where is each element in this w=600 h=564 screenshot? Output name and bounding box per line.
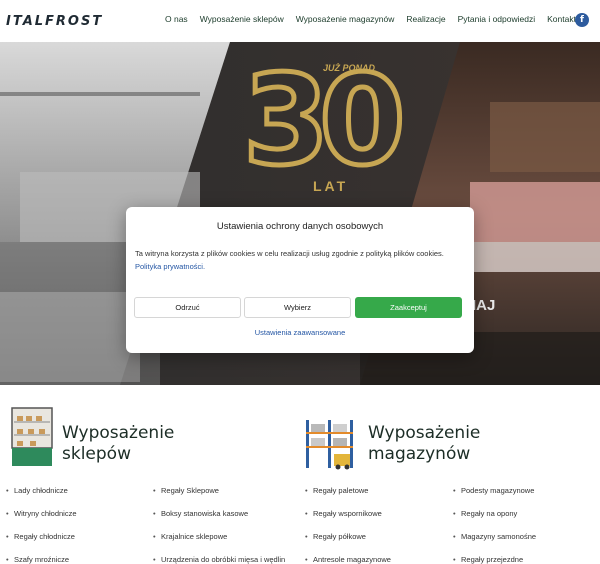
warehouses-title-line1: Wyposażenie	[368, 423, 481, 443]
badge-suffix: LAT	[313, 178, 349, 194]
store-sign: IAJ	[472, 297, 496, 314]
shops-section-title[interactable]: Wyposażenie sklepów	[62, 423, 174, 465]
list-item[interactable]: Boksy stanowiska kasowe	[153, 509, 248, 518]
list-item[interactable]: Regały Sklepowe	[153, 486, 219, 495]
warehouse-rack-icon	[306, 420, 353, 470]
list-item[interactable]: Lady chłodnicze	[6, 486, 68, 495]
anniversary-badge: JUŻ PONAD 30 LAT	[235, 47, 409, 210]
warehouses-title-line2: magazynów	[368, 444, 471, 464]
shops-title-line1: Wyposażenie	[62, 423, 175, 443]
shops-title-line2: sklepów	[62, 444, 131, 464]
display-case-icon	[11, 407, 53, 466]
list-item[interactable]: Magazyny samonośne	[453, 532, 536, 541]
nav-warehouse-equipment[interactable]: Wyposażenie magazynów	[296, 14, 395, 24]
cookie-dialog-text: Ta witryna korzysta z plików cookies w c…	[135, 247, 465, 273]
facebook-icon[interactable]: f	[575, 13, 589, 27]
cookie-text: Ta witryna korzysta z plików cookies w c…	[135, 249, 444, 258]
cookie-dialog-title: Ustawienia ochrony danych osobowych	[216, 221, 384, 232]
accept-button[interactable]: Zaakceptuj	[355, 297, 462, 318]
list-item[interactable]: Regały paletowe	[305, 486, 369, 495]
list-item[interactable]: Podesty magazynowe	[453, 486, 534, 495]
main-nav: O nas Wyposażenie sklepów Wyposażenie ma…	[165, 14, 576, 24]
nav-about[interactable]: O nas	[165, 14, 188, 24]
deny-button[interactable]: Odrzuć	[134, 297, 241, 318]
warehouses-section-title[interactable]: Wyposażenie magazynów	[368, 423, 480, 465]
list-item[interactable]: Regały chłodnicze	[6, 532, 75, 541]
nav-contact[interactable]: Kontakt	[547, 14, 576, 24]
list-item[interactable]: Krajalnice sklepowe	[153, 532, 227, 541]
list-item[interactable]: Regały na opony	[453, 509, 517, 518]
badge-number: 30	[241, 47, 409, 196]
list-item[interactable]: Regały półkowe	[305, 532, 366, 541]
choose-button[interactable]: Wybierz	[244, 297, 351, 318]
nav-faq[interactable]: Pytania i odpowiedzi	[458, 14, 536, 24]
italfrost-logo[interactable]: ITALFROST	[6, 14, 103, 29]
list-item[interactable]: Regały wspornikowe	[305, 509, 382, 518]
cookie-consent-dialog: Ustawienia ochrony danych osobowych Ta w…	[126, 207, 474, 353]
list-item[interactable]: Witryny chłodnicze	[6, 509, 76, 518]
site-header: ITALFROST O nas Wyposażenie sklepów Wypo…	[0, 0, 600, 42]
nav-realizations[interactable]: Realizacje	[406, 14, 445, 24]
advanced-settings-link[interactable]: Ustawienia zaawansowane	[126, 328, 474, 337]
privacy-policy-link[interactable]: Polityka prywatności.	[135, 262, 205, 271]
nav-shop-equipment[interactable]: Wyposażenie sklepów	[200, 14, 284, 24]
